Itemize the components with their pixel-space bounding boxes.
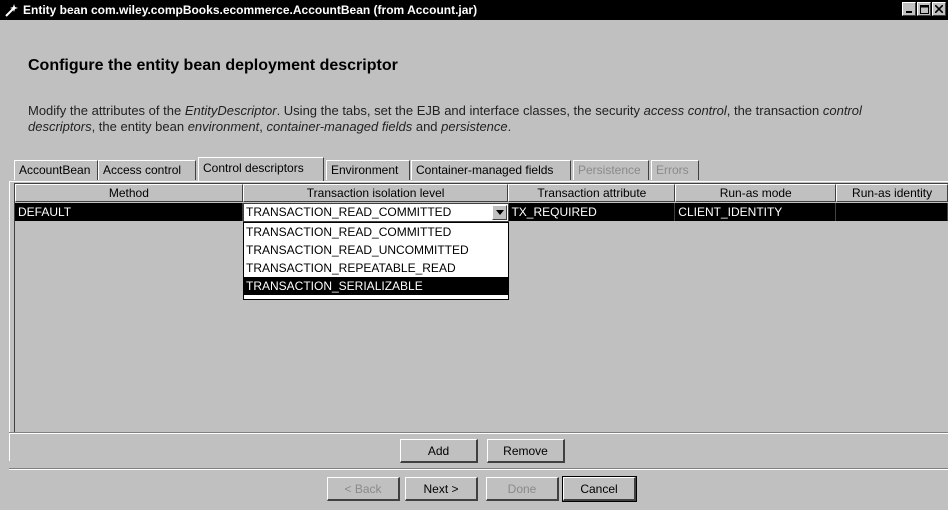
column-header-run-as-identity[interactable]: Run-as identity: [836, 184, 948, 202]
remove-button[interactable]: Remove: [487, 439, 565, 463]
column-header-attribute[interactable]: Transaction attribute: [508, 184, 676, 202]
dropdown-option-highlighted[interactable]: TRANSACTION_SERIALIZABLE: [244, 277, 508, 295]
wizard-wand-icon: [4, 2, 20, 18]
close-button[interactable]: [932, 2, 946, 16]
cell-run-as-identity[interactable]: [836, 203, 948, 221]
cancel-button[interactable]: Cancel: [562, 476, 637, 502]
dropdown-option[interactable]: TRANSACTION_READ_COMMITTED: [244, 223, 508, 241]
isolation-level-dropdown-list: TRANSACTION_READ_COMMITTED TRANSACTION_R…: [243, 222, 509, 300]
tab-environment[interactable]: Environment: [326, 160, 410, 180]
chevron-down-icon: [495, 210, 504, 215]
cell-method[interactable]: DEFAULT: [15, 203, 243, 221]
tab-control-descriptors[interactable]: Control descriptors: [198, 157, 324, 181]
instructions-text: Modify the attributes of the EntityDescr…: [28, 103, 862, 134]
minimize-button[interactable]: [902, 2, 916, 16]
column-header-method[interactable]: Method: [15, 184, 243, 202]
window-title: Entity bean com.wiley.compBooks.ecommerc…: [23, 3, 478, 17]
close-icon: [935, 5, 943, 13]
tab-errors: Errors: [651, 160, 699, 180]
cell-attribute[interactable]: TX_REQUIRED: [508, 203, 676, 221]
title-bar[interactable]: Entity bean com.wiley.compBooks.ecommerc…: [0, 0, 948, 20]
divider: [9, 432, 948, 434]
tab-container-managed-fields[interactable]: Container-managed fields: [411, 160, 571, 180]
page-title: Configure the entity bean deployment des…: [28, 57, 398, 74]
column-header-run-as-mode[interactable]: Run-as mode: [675, 184, 837, 202]
dropdown-arrow-button[interactable]: [492, 205, 507, 220]
dropdown-option[interactable]: TRANSACTION_READ_UNCOMMITTED: [244, 241, 508, 259]
next-button[interactable]: Next >: [405, 477, 478, 501]
control-descriptors-table: Method Transaction isolation level Trans…: [14, 183, 948, 433]
maximize-button[interactable]: [917, 2, 931, 16]
column-header-isolation[interactable]: Transaction isolation level: [242, 184, 509, 202]
minimize-icon: [906, 11, 912, 13]
back-button[interactable]: < Back: [327, 477, 400, 501]
maximize-icon: [919, 4, 929, 14]
tab-persistence: Persistence: [573, 160, 649, 180]
table-header: Method Transaction isolation level Trans…: [15, 184, 948, 202]
isolation-level-combobox[interactable]: TRANSACTION_READ_COMMITTED: [243, 203, 509, 222]
tab-accountbean[interactable]: AccountBean: [14, 160, 98, 180]
add-button[interactable]: Add: [400, 439, 478, 463]
isolation-level-value: TRANSACTION_READ_COMMITTED: [246, 205, 452, 219]
done-button[interactable]: Done: [486, 477, 559, 501]
divider: [9, 468, 948, 470]
dropdown-option[interactable]: TRANSACTION_REPEATABLE_READ: [244, 259, 508, 277]
tab-access-control[interactable]: Access control: [98, 160, 196, 180]
cell-run-as-mode[interactable]: CLIENT_IDENTITY: [675, 203, 837, 221]
